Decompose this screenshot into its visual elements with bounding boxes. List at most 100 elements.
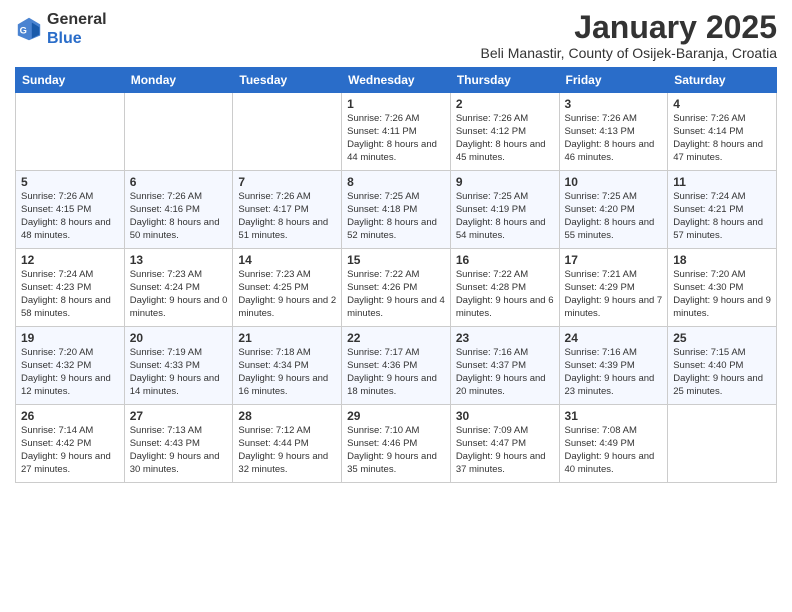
daylight: Daylight: 8 hours and 52 minutes. xyxy=(347,217,437,241)
daylight: Daylight: 8 hours and 45 minutes. xyxy=(456,139,546,163)
day-number: 16 xyxy=(456,253,554,267)
day-number: 25 xyxy=(673,331,771,345)
cell-2-0: 12 Sunrise: 7:24 AM Sunset: 4:23 PM Dayl… xyxy=(16,249,125,327)
daylight: Daylight: 8 hours and 48 minutes. xyxy=(21,217,111,241)
day-info: Sunrise: 7:21 AM Sunset: 4:29 PM Dayligh… xyxy=(565,269,663,320)
cell-1-0: 5 Sunrise: 7:26 AM Sunset: 4:15 PM Dayli… xyxy=(16,171,125,249)
sunset: Sunset: 4:19 PM xyxy=(456,204,526,215)
daylight: Daylight: 9 hours and 40 minutes. xyxy=(565,451,655,475)
sunset: Sunset: 4:21 PM xyxy=(673,204,743,215)
day-number: 15 xyxy=(347,253,445,267)
sunrise: Sunrise: 7:25 AM xyxy=(347,191,419,202)
cell-3-1: 20 Sunrise: 7:19 AM Sunset: 4:33 PM Dayl… xyxy=(124,327,233,405)
cell-0-0 xyxy=(16,93,125,171)
sunset: Sunset: 4:11 PM xyxy=(347,126,417,137)
sunset: Sunset: 4:23 PM xyxy=(21,282,91,293)
sunrise: Sunrise: 7:26 AM xyxy=(130,191,202,202)
cell-2-1: 13 Sunrise: 7:23 AM Sunset: 4:24 PM Dayl… xyxy=(124,249,233,327)
day-number: 5 xyxy=(21,175,119,189)
svg-text:G: G xyxy=(20,26,27,36)
sunset: Sunset: 4:44 PM xyxy=(238,438,308,449)
logo: G General Blue xyxy=(15,10,107,48)
sunset: Sunset: 4:30 PM xyxy=(673,282,743,293)
sunset: Sunset: 4:34 PM xyxy=(238,360,308,371)
sunset: Sunset: 4:14 PM xyxy=(673,126,743,137)
day-number: 17 xyxy=(565,253,663,267)
day-number: 9 xyxy=(456,175,554,189)
sunset: Sunset: 4:36 PM xyxy=(347,360,417,371)
cell-0-6: 4 Sunrise: 7:26 AM Sunset: 4:14 PM Dayli… xyxy=(668,93,777,171)
header-thursday: Thursday xyxy=(450,68,559,93)
cell-0-3: 1 Sunrise: 7:26 AM Sunset: 4:11 PM Dayli… xyxy=(342,93,451,171)
header-tuesday: Tuesday xyxy=(233,68,342,93)
day-info: Sunrise: 7:12 AM Sunset: 4:44 PM Dayligh… xyxy=(238,425,336,476)
sunset: Sunset: 4:20 PM xyxy=(565,204,635,215)
sunset: Sunset: 4:16 PM xyxy=(130,204,200,215)
day-number: 11 xyxy=(673,175,771,189)
daylight: Daylight: 9 hours and 7 minutes. xyxy=(565,295,663,319)
day-number: 13 xyxy=(130,253,228,267)
weekday-header-row: Sunday Monday Tuesday Wednesday Thursday… xyxy=(16,68,777,93)
day-info: Sunrise: 7:08 AM Sunset: 4:49 PM Dayligh… xyxy=(565,425,663,476)
sunrise: Sunrise: 7:26 AM xyxy=(456,113,528,124)
day-info: Sunrise: 7:22 AM Sunset: 4:28 PM Dayligh… xyxy=(456,269,554,320)
sunset: Sunset: 4:39 PM xyxy=(565,360,635,371)
daylight: Daylight: 9 hours and 6 minutes. xyxy=(456,295,554,319)
day-info: Sunrise: 7:26 AM Sunset: 4:17 PM Dayligh… xyxy=(238,191,336,242)
daylight: Daylight: 8 hours and 46 minutes. xyxy=(565,139,655,163)
cell-0-4: 2 Sunrise: 7:26 AM Sunset: 4:12 PM Dayli… xyxy=(450,93,559,171)
day-number: 12 xyxy=(21,253,119,267)
day-number: 26 xyxy=(21,409,119,423)
sunrise: Sunrise: 7:20 AM xyxy=(673,269,745,280)
week-row-0: 1 Sunrise: 7:26 AM Sunset: 4:11 PM Dayli… xyxy=(16,93,777,171)
day-number: 30 xyxy=(456,409,554,423)
sunrise: Sunrise: 7:10 AM xyxy=(347,425,419,436)
day-number: 14 xyxy=(238,253,336,267)
sunrise: Sunrise: 7:25 AM xyxy=(456,191,528,202)
sunset: Sunset: 4:26 PM xyxy=(347,282,417,293)
logo-text: General Blue xyxy=(47,10,107,48)
day-number: 7 xyxy=(238,175,336,189)
daylight: Daylight: 9 hours and 25 minutes. xyxy=(673,373,763,397)
daylight: Daylight: 9 hours and 14 minutes. xyxy=(130,373,220,397)
cell-2-2: 14 Sunrise: 7:23 AM Sunset: 4:25 PM Dayl… xyxy=(233,249,342,327)
daylight: Daylight: 9 hours and 0 minutes. xyxy=(130,295,228,319)
sunset: Sunset: 4:18 PM xyxy=(347,204,417,215)
cell-2-3: 15 Sunrise: 7:22 AM Sunset: 4:26 PM Dayl… xyxy=(342,249,451,327)
day-info: Sunrise: 7:25 AM Sunset: 4:19 PM Dayligh… xyxy=(456,191,554,242)
day-info: Sunrise: 7:25 AM Sunset: 4:18 PM Dayligh… xyxy=(347,191,445,242)
sunset: Sunset: 4:24 PM xyxy=(130,282,200,293)
sunrise: Sunrise: 7:21 AM xyxy=(565,269,637,280)
sunrise: Sunrise: 7:24 AM xyxy=(21,269,93,280)
week-row-1: 5 Sunrise: 7:26 AM Sunset: 4:15 PM Dayli… xyxy=(16,171,777,249)
sunset: Sunset: 4:15 PM xyxy=(21,204,91,215)
sunrise: Sunrise: 7:20 AM xyxy=(21,347,93,358)
cell-1-5: 10 Sunrise: 7:25 AM Sunset: 4:20 PM Dayl… xyxy=(559,171,668,249)
day-info: Sunrise: 7:19 AM Sunset: 4:33 PM Dayligh… xyxy=(130,347,228,398)
day-number: 19 xyxy=(21,331,119,345)
daylight: Daylight: 8 hours and 54 minutes. xyxy=(456,217,546,241)
day-number: 29 xyxy=(347,409,445,423)
sunset: Sunset: 4:12 PM xyxy=(456,126,526,137)
day-info: Sunrise: 7:23 AM Sunset: 4:24 PM Dayligh… xyxy=(130,269,228,320)
cell-3-6: 25 Sunrise: 7:15 AM Sunset: 4:40 PM Dayl… xyxy=(668,327,777,405)
daylight: Daylight: 9 hours and 37 minutes. xyxy=(456,451,546,475)
sunset: Sunset: 4:47 PM xyxy=(456,438,526,449)
daylight: Daylight: 9 hours and 9 minutes. xyxy=(673,295,771,319)
day-info: Sunrise: 7:22 AM Sunset: 4:26 PM Dayligh… xyxy=(347,269,445,320)
cell-2-4: 16 Sunrise: 7:22 AM Sunset: 4:28 PM Dayl… xyxy=(450,249,559,327)
day-number: 18 xyxy=(673,253,771,267)
cell-0-5: 3 Sunrise: 7:26 AM Sunset: 4:13 PM Dayli… xyxy=(559,93,668,171)
sunrise: Sunrise: 7:14 AM xyxy=(21,425,93,436)
cell-4-0: 26 Sunrise: 7:14 AM Sunset: 4:42 PM Dayl… xyxy=(16,405,125,483)
calendar: Sunday Monday Tuesday Wednesday Thursday… xyxy=(15,67,777,483)
day-number: 10 xyxy=(565,175,663,189)
cell-4-6 xyxy=(668,405,777,483)
daylight: Daylight: 9 hours and 30 minutes. xyxy=(130,451,220,475)
day-info: Sunrise: 7:23 AM Sunset: 4:25 PM Dayligh… xyxy=(238,269,336,320)
location-title: Beli Manastir, County of Osijek-Baranja,… xyxy=(481,45,777,61)
sunrise: Sunrise: 7:08 AM xyxy=(565,425,637,436)
day-info: Sunrise: 7:26 AM Sunset: 4:14 PM Dayligh… xyxy=(673,113,771,164)
sunset: Sunset: 4:33 PM xyxy=(130,360,200,371)
sunrise: Sunrise: 7:23 AM xyxy=(238,269,310,280)
